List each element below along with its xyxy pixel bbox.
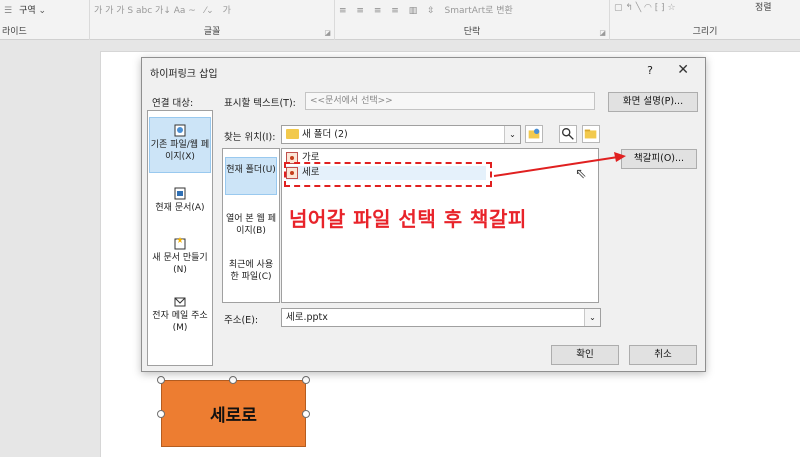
address-label: 주소(E):	[224, 315, 259, 326]
text-highlight-icon[interactable]: ⁄⌄	[205, 6, 214, 16]
subnav-browsed-pages[interactable]: 열어 본 웹 페이지(B)	[225, 209, 277, 249]
help-button[interactable]: ?	[647, 64, 653, 77]
nav-label: 현재 문서(A)	[155, 203, 205, 213]
shapes-gallery[interactable]: ▢ ↰ ╲ ◠ ⁅ ⁆ ☆	[614, 3, 682, 13]
align-left-icon[interactable]: ≡	[339, 6, 347, 16]
section-icon[interactable]: ☰	[4, 6, 12, 16]
nav-label: 전자 메일 주소(M)	[152, 311, 208, 333]
nav-label: 기존 파일/웹 페이지(X)	[150, 140, 210, 162]
new-doc-icon	[174, 237, 186, 250]
look-in-label: 찾는 위치(I):	[224, 132, 276, 143]
look-in-subnav: 현재 폴더(U) 열어 본 웹 페이지(B) 최근에 사용한 파일(C)	[222, 148, 280, 303]
look-in-combo[interactable]: 새 폴더 (2) ⌄	[281, 125, 521, 144]
display-text-input[interactable]: <<문서에서 선택>>	[305, 92, 595, 110]
font-color-button[interactable]: 가	[223, 6, 231, 16]
address-value: 세로.pptx	[286, 312, 328, 323]
justify-icon[interactable]: ≡	[391, 6, 399, 16]
annotation-highlight-box	[284, 162, 492, 187]
columns-icon[interactable]: ▥	[409, 6, 418, 16]
align-right-icon[interactable]: ≡	[374, 6, 382, 16]
dialog-launcher-icon[interactable]: ◪	[324, 29, 331, 37]
ribbon-group-label: 단락	[463, 27, 481, 37]
resize-handle[interactable]	[229, 376, 237, 384]
text-direction-icon[interactable]: ⇳	[427, 6, 435, 16]
link-target-nav: 기존 파일/웹 페이지(X) 현재 문서(A) 새 문서 만들기(N) 전자 메…	[147, 110, 213, 366]
resize-handle[interactable]	[302, 376, 310, 384]
ribbon-group-label: 라이드	[2, 27, 27, 37]
arrange-button[interactable]: 정렬	[755, 0, 772, 13]
browse-web-icon[interactable]	[525, 125, 543, 143]
screen-tip-button[interactable]: 화면 설명(P)...	[608, 92, 698, 112]
dialog-launcher-icon[interactable]: ◪	[599, 29, 606, 37]
annotation-arrow-icon	[493, 152, 626, 177]
chevron-down-icon[interactable]: ⌄	[504, 126, 520, 143]
email-icon	[174, 297, 186, 307]
ribbon-group-slides: ☰ 구역 ⌄ 라이드	[0, 0, 90, 40]
ribbon-group-drawing: ▢ ↰ ╲ ◠ ⁅ ⁆ ☆ 정렬 그리기	[610, 0, 800, 40]
selected-shape[interactable]: 세로로	[161, 380, 306, 447]
section-button[interactable]: 구역	[19, 6, 36, 16]
nav-existing-file[interactable]: 기존 파일/웹 페이지(X)	[149, 117, 211, 173]
ribbon-group-label: 글꼴	[203, 27, 221, 37]
nav-current-document[interactable]: 현재 문서(A)	[149, 183, 211, 223]
insert-hyperlink-dialog: 하이퍼링크 삽입 ? ✕ 연결 대상: 표시할 텍스트(T): <<문서에서 선…	[141, 57, 706, 372]
smartart-button[interactable]: SmartArt로 변환	[445, 6, 513, 16]
look-in-value: 새 폴더 (2)	[302, 129, 348, 140]
mouse-cursor-icon: ⇖	[575, 166, 587, 182]
ribbon-group-label: 그리기	[692, 27, 718, 37]
current-doc-icon	[174, 187, 186, 200]
ribbon: ☰ 구역 ⌄ 라이드 가 가 가 S abc 가↓ Aa ~ ⁄⌄ 가 글꼴 ◪ …	[0, 0, 800, 40]
display-text-label: 표시할 텍스트(T):	[224, 98, 296, 109]
cancel-button[interactable]: 취소	[629, 345, 697, 365]
align-center-icon[interactable]: ≡	[356, 6, 364, 16]
bookmark-button[interactable]: 책갈피(O)...	[621, 149, 697, 169]
shapes-icon[interactable]: ▢ ↰ ╲ ◠ ⁅ ⁆ ☆	[614, 3, 676, 13]
subnav-recent-files[interactable]: 최근에 사용한 파일(C)	[225, 257, 277, 301]
nav-label: 새 문서 만들기(N)	[152, 253, 208, 275]
subnav-current-folder[interactable]: 현재 폴더(U)	[225, 157, 277, 195]
annotation-text: 넘어갈 파일 선택 후 책갈피	[289, 207, 527, 231]
link-target-label: 연결 대상:	[152, 98, 194, 109]
nav-email-address[interactable]: 전자 메일 주소(M)	[149, 291, 211, 339]
search-icon[interactable]	[559, 125, 577, 143]
nav-new-document[interactable]: 새 문서 만들기(N)	[149, 233, 211, 281]
ribbon-group-paragraph: ≡ ≡ ≡ ≡ ▥ ⇳ SmartArt로 변환 단락 ◪	[335, 0, 610, 40]
ok-button[interactable]: 확인	[551, 345, 619, 365]
resize-handle[interactable]	[302, 410, 310, 418]
resize-handle[interactable]	[157, 376, 165, 384]
resize-handle[interactable]	[157, 410, 165, 418]
existing-file-icon	[174, 124, 186, 137]
browse-file-icon[interactable]	[582, 125, 600, 143]
ribbon-group-font: 가 가 가 S abc 가↓ Aa ~ ⁄⌄ 가 글꼴 ◪	[90, 0, 335, 40]
folder-icon	[286, 129, 299, 139]
dialog-title: 하이퍼링크 삽입	[150, 69, 218, 80]
chevron-down-icon[interactable]: ⌄	[584, 309, 600, 326]
close-button[interactable]: ✕	[677, 62, 689, 78]
address-combo[interactable]: 세로.pptx ⌄	[281, 308, 601, 327]
font-format-glyphs[interactable]: 가 가 가 S abc 가↓ Aa ~	[94, 6, 196, 16]
